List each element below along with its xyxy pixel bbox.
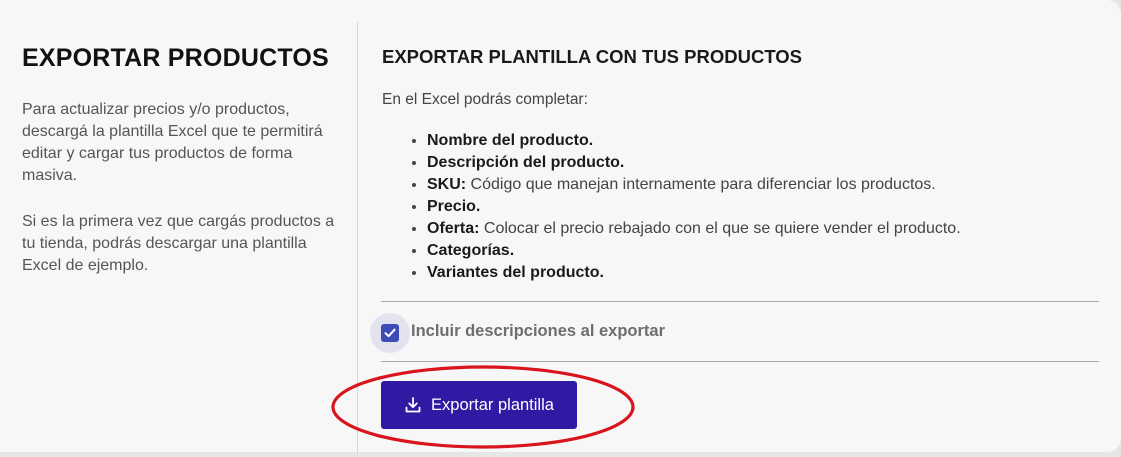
feature-list: Nombre del producto. Descripción del pro… [382, 130, 961, 284]
list-item: Precio. [427, 196, 961, 218]
include-descriptions-label[interactable]: Incluir descripciones al exportar [411, 322, 665, 341]
intro-text: En el Excel podrás completar: [382, 91, 588, 108]
checkbox-checked[interactable] [381, 324, 399, 342]
first-time-text: Si es la primera vez que cargás producto… [22, 213, 335, 274]
list-item: Categorías. [427, 240, 961, 262]
list-item: Descripción del producto. [427, 152, 961, 174]
vertical-divider [357, 22, 358, 454]
description-text: Para actualizar precios y/o productos, d… [22, 101, 323, 184]
section-title: EXPORTAR PLANTILLA CON TUS PRODUCTOS [382, 46, 803, 67]
divider-bottom [381, 361, 1099, 362]
list-item: Nombre del producto. [427, 130, 961, 152]
list-item: Oferta: Colocar el precio rebajado con e… [427, 218, 961, 240]
export-template-button[interactable]: Exportar plantilla [381, 381, 577, 429]
list-item: Variantes del producto. [427, 262, 961, 284]
download-icon [404, 396, 422, 414]
divider-top [381, 301, 1099, 302]
include-descriptions-checkbox[interactable] [370, 313, 410, 353]
export-card: EXPORTAR PRODUCTOS Para actualizar preci… [0, 0, 1121, 454]
list-item: SKU: Código que manejan internamente par… [427, 174, 961, 196]
check-icon [384, 328, 396, 338]
export-button-label: Exportar plantilla [431, 395, 554, 414]
page-title: EXPORTAR PRODUCTOS [22, 44, 329, 72]
